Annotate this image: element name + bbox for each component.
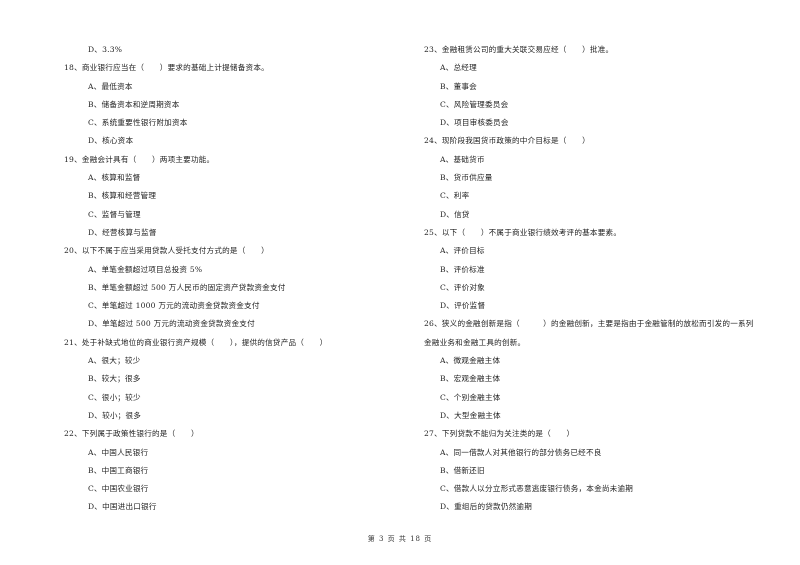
answer-option: D、项目审核委员会 bbox=[440, 118, 509, 128]
answer-option: A、基础货币 bbox=[440, 154, 485, 164]
question-text: 26、狭义的金融创新是指（ ）的金融创新，主要是指由于金融管制的放松而引发的一系… bbox=[424, 319, 754, 329]
answer-option: C、监督与管理 bbox=[88, 209, 141, 219]
answer-option: B、中国工商银行 bbox=[88, 465, 149, 475]
answer-option: C、很小；较少 bbox=[88, 392, 141, 402]
answer-option: D、大型金融主体 bbox=[440, 410, 501, 420]
question-text-continuation: 金融业务和金融工具的创新。 bbox=[424, 337, 526, 347]
answer-option: B、单笔金额超过 500 万人民币的固定资产贷款资金支付 bbox=[88, 282, 286, 292]
answer-option: B、董事会 bbox=[440, 81, 477, 91]
answer-option: D、经营核算与监督 bbox=[88, 227, 157, 237]
left-column: D、3.3% 18、商业银行应当在（ ）要求的基础上计提储备资本。 A、最低资本 B、… bbox=[64, 41, 404, 517]
answer-option: C、中国农业银行 bbox=[88, 484, 149, 494]
answer-option: B、核算和经营管理 bbox=[88, 191, 157, 201]
answer-option: C、风险管理委员会 bbox=[440, 99, 509, 109]
answer-option: B、借新还旧 bbox=[440, 465, 485, 475]
answer-option: D、评价监督 bbox=[440, 301, 486, 311]
answer-option: C、系统重要性银行附加资本 bbox=[88, 118, 188, 128]
question-text: 24、现阶段我国货币政策的中介目标是（ ） bbox=[424, 136, 590, 146]
answer-option: D、核心资本 bbox=[88, 136, 134, 146]
answer-option: C、评价对象 bbox=[440, 282, 485, 292]
right-column: 23、金融租赁公司的重大关联交易应经（ ）批准。 A、总经理 B、董事会 C、风险管理… bbox=[424, 41, 769, 517]
answer-option: B、宏观金融主体 bbox=[440, 374, 501, 384]
answer-option: C、借款人以分立形式恶意逃废银行债务，本金尚未逾期 bbox=[440, 484, 634, 494]
answer-option: D、较小；很多 bbox=[88, 410, 142, 420]
question-text: 22、下列属于政策性银行的是（ ） bbox=[64, 429, 199, 439]
answer-option: A、评价目标 bbox=[440, 246, 485, 256]
answer-option: D、单笔超过 500 万元的流动资金贷款资金支付 bbox=[88, 319, 255, 329]
answer-option: D、3.3% bbox=[88, 45, 123, 54]
question-text: 18、商业银行应当在（ ）要求的基础上计提储备资本。 bbox=[64, 63, 269, 73]
answer-option: D、中国进出口银行 bbox=[88, 502, 157, 512]
question-text: 23、金融租赁公司的重大关联交易应经（ ）批准。 bbox=[424, 45, 614, 54]
question-text: 20、以下不属于应当采用贷款人受托支付方式的是（ ） bbox=[64, 246, 269, 256]
answer-option: A、总经理 bbox=[440, 63, 477, 73]
answer-option: C、个别金融主体 bbox=[440, 392, 501, 402]
answer-option: B、较大；很多 bbox=[88, 374, 141, 384]
answer-option: D、信贷 bbox=[440, 209, 470, 219]
question-text: 19、金融会计具有（ ）两项主要功能。 bbox=[64, 154, 215, 164]
answer-option: A、微观金融主体 bbox=[440, 356, 501, 366]
answer-option: A、最低资本 bbox=[88, 81, 133, 91]
answer-option: D、重组后的贷款仍然逾期 bbox=[440, 502, 533, 512]
question-text: 25、以下（ ）不属于商业银行绩效考评的基本要素。 bbox=[424, 227, 622, 237]
answer-option: B、货币供应量 bbox=[440, 173, 493, 183]
answer-option: A、中国人民银行 bbox=[88, 447, 149, 457]
answer-option: B、储备资本和逆周期资本 bbox=[88, 99, 180, 109]
answer-option: B、评价标准 bbox=[440, 264, 485, 274]
question-text: 21、处于补缺式地位的商业银行资产规模（ ），提供的信贷产品（ ） bbox=[64, 337, 328, 347]
answer-option: A、单笔金额超过项目总投资 5% bbox=[88, 264, 203, 274]
page-number-footer: 第 3 页 共 18 页 bbox=[367, 535, 433, 543]
answer-option: C、单笔超过 1000 万元的流动资金贷款资金支付 bbox=[88, 301, 260, 311]
answer-option: A、同一借款人对其他银行的部分债务已经不良 bbox=[440, 447, 602, 457]
answer-option: C、利率 bbox=[440, 191, 470, 201]
answer-option: A、很大；较少 bbox=[88, 356, 141, 366]
exam-page: D、3.3% 18、商业银行应当在（ ）要求的基础上计提储备资本。 A、最低资本 B、… bbox=[0, 0, 800, 565]
answer-option: A、核算和监督 bbox=[88, 173, 141, 183]
question-text: 27、下列贷款不能归为关注类的是（ ） bbox=[424, 429, 575, 439]
